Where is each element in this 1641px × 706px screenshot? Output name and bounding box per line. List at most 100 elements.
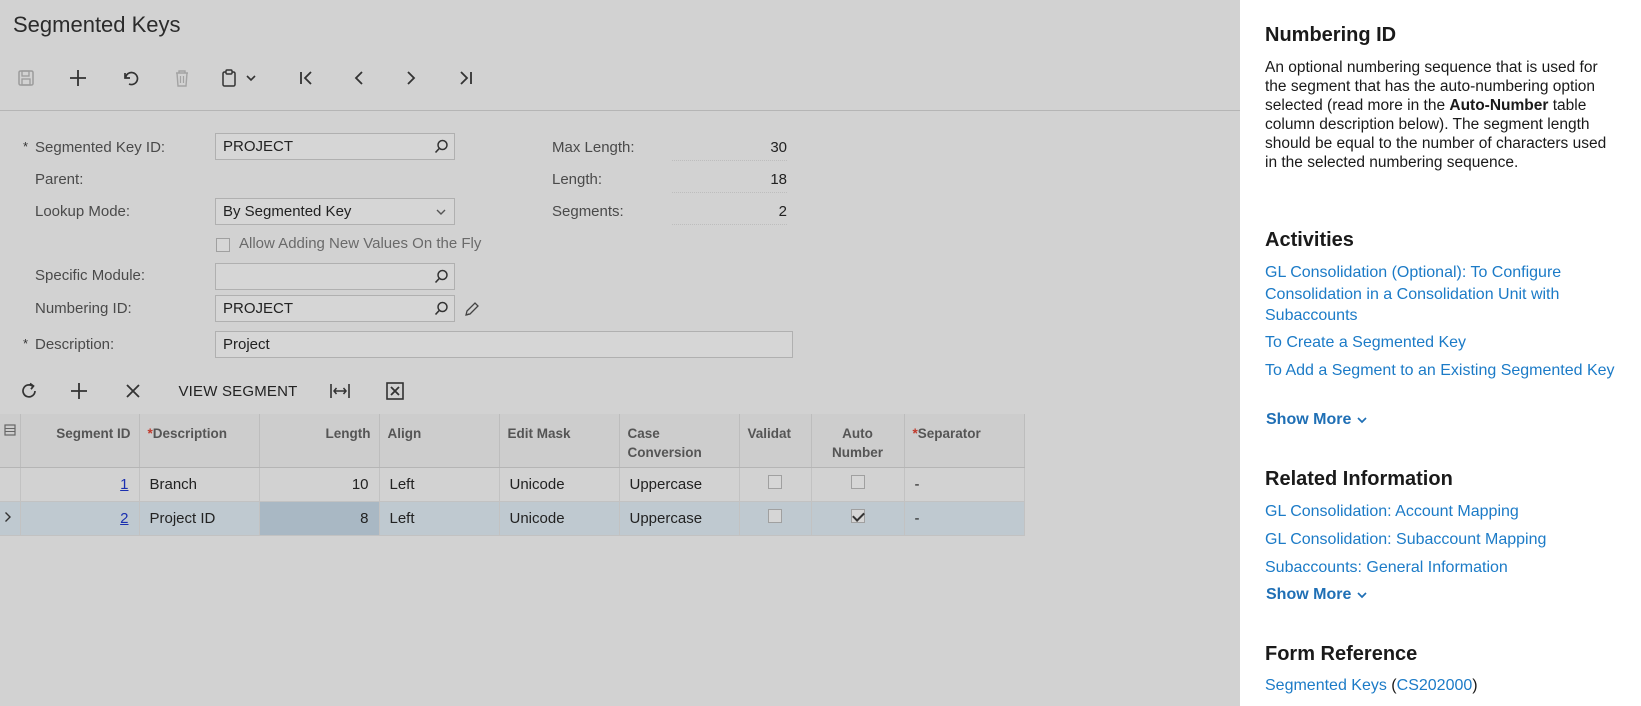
validate-checkbox[interactable]	[768, 509, 782, 523]
max-length-label: Max Length:	[552, 139, 635, 156]
related-link[interactable]: GL Consolidation: Account Mapping	[1265, 501, 1615, 523]
table-row[interactable]: 2 Project ID 8 Left Unicode Uppercase -	[0, 501, 1025, 536]
cell-align[interactable]: Left	[379, 467, 500, 502]
parent-label: Parent:	[35, 171, 84, 188]
allow-adding-label: Allow Adding New Values On the Fly	[239, 235, 482, 252]
cell-separator[interactable]: -	[904, 467, 1025, 502]
chevron-right-icon	[5, 511, 11, 522]
search-icon[interactable]	[428, 296, 454, 321]
cell-length[interactable]: 8	[259, 501, 380, 536]
row-selector[interactable]	[0, 501, 21, 536]
main-toolbar	[0, 58, 1240, 98]
activity-link[interactable]: To Add a Segment to an Existing Segmente…	[1265, 360, 1615, 382]
delete-icon[interactable]	[170, 58, 194, 98]
chevron-down-icon	[1357, 592, 1367, 599]
table-row[interactable]: 1 Branch 10 Left Unicode Uppercase -	[0, 467, 1025, 502]
cell-edit-mask[interactable]: Unicode	[499, 501, 620, 536]
edit-pencil-icon[interactable]	[462, 298, 482, 320]
max-length-value: 30	[672, 139, 787, 161]
col-segment-id[interactable]: Segment ID	[20, 414, 140, 468]
length-label: Length:	[552, 171, 603, 188]
search-icon[interactable]	[428, 134, 454, 159]
cell-auto-number[interactable]	[811, 501, 905, 536]
chevron-down-icon	[1357, 417, 1367, 424]
description-label: * Description:	[23, 336, 115, 353]
cell-description[interactable]: Branch	[139, 467, 260, 502]
numbering-id-help-text: An optional numbering sequence that is u…	[1265, 59, 1607, 171]
main-area: Segmented Keys * Segmented Key ID: PROJE…	[0, 0, 1240, 706]
segment-id-link[interactable]: 1	[120, 476, 128, 493]
auto-number-checkbox[interactable]	[850, 475, 865, 489]
chevron-down-icon[interactable]	[243, 58, 259, 98]
chevron-down-icon[interactable]	[428, 199, 454, 224]
undo-icon[interactable]	[119, 58, 143, 98]
numbering-id-field[interactable]: PROJECT	[215, 295, 455, 322]
activities-title: Activities	[1265, 229, 1354, 251]
activity-link[interactable]: To Create a Segmented Key	[1265, 332, 1615, 354]
cell-separator[interactable]: -	[904, 501, 1025, 536]
last-record-icon[interactable]	[454, 58, 476, 98]
cell-auto-number[interactable]	[811, 467, 905, 502]
related-information-title: Related Information	[1265, 468, 1453, 490]
cell-case-conversion[interactable]: Uppercase	[619, 467, 740, 502]
activity-link[interactable]: GL Consolidation (Optional): To Configur…	[1265, 262, 1615, 327]
activities-show-more-button[interactable]: Show More	[1266, 411, 1367, 429]
specific-module-label: Specific Module:	[35, 267, 146, 284]
col-auto-number[interactable]: Auto Number	[811, 414, 905, 468]
form-reference-link[interactable]: Segmented Keys	[1265, 677, 1387, 694]
row-selector[interactable]	[0, 467, 21, 502]
cell-segment-id[interactable]: 1	[20, 467, 140, 502]
col-validate[interactable]: Validat	[739, 414, 812, 468]
related-link[interactable]: GL Consolidation: Subaccount Mapping	[1265, 529, 1615, 551]
cell-description[interactable]: Project ID	[139, 501, 260, 536]
length-value: 18	[672, 171, 787, 193]
segmented-key-id-field[interactable]: PROJECT	[215, 133, 455, 160]
lookup-mode-select[interactable]: By Segmented Key	[215, 198, 455, 225]
export-excel-icon[interactable]	[384, 373, 406, 409]
col-case-conversion[interactable]: Case Conversion	[619, 414, 740, 468]
segments-grid: Segment ID *Description Length Align Edi…	[0, 414, 1025, 536]
help-panel: Numbering ID An optional numbering seque…	[1240, 0, 1641, 706]
cell-validate[interactable]	[739, 467, 812, 502]
form-code-link[interactable]: CS202000	[1397, 677, 1473, 694]
segment-id-link[interactable]: 2	[120, 510, 128, 527]
cell-align[interactable]: Left	[379, 501, 500, 536]
required-marker: *	[23, 336, 29, 351]
previous-record-icon[interactable]	[348, 58, 370, 98]
save-icon[interactable]	[14, 58, 38, 98]
delete-row-icon[interactable]	[122, 373, 144, 409]
lookup-mode-label: Lookup Mode:	[35, 203, 131, 220]
cell-validate[interactable]	[739, 501, 812, 536]
cell-segment-id[interactable]: 2	[20, 501, 140, 536]
search-icon[interactable]	[428, 264, 454, 289]
view-segment-button[interactable]: VIEW SEGMENT	[176, 373, 300, 409]
col-edit-mask[interactable]: Edit Mask	[499, 414, 620, 468]
cell-case-conversion[interactable]: Uppercase	[619, 501, 740, 536]
specific-module-field[interactable]	[215, 263, 455, 290]
fit-columns-icon[interactable]	[329, 373, 351, 409]
description-field[interactable]: Project	[215, 331, 793, 358]
col-separator[interactable]: *Separator	[904, 414, 1025, 468]
next-record-icon[interactable]	[400, 58, 422, 98]
validate-checkbox[interactable]	[768, 475, 782, 489]
row-selector-header[interactable]	[0, 414, 21, 468]
segments-label: Segments:	[552, 203, 624, 220]
related-show-more-button[interactable]: Show More	[1266, 586, 1367, 604]
add-icon[interactable]	[66, 58, 90, 98]
first-record-icon[interactable]	[296, 58, 318, 98]
toolbar-divider	[0, 110, 1240, 111]
col-length[interactable]: Length	[259, 414, 380, 468]
segmented-key-id-label: * Segmented Key ID:	[23, 139, 166, 156]
clipboard-icon[interactable]	[218, 58, 240, 98]
related-link[interactable]: Subaccounts: General Information	[1265, 557, 1615, 579]
cell-length[interactable]: 10	[259, 467, 380, 502]
cell-edit-mask[interactable]: Unicode	[499, 467, 620, 502]
allow-adding-checkbox[interactable]	[216, 238, 230, 252]
add-row-icon[interactable]	[68, 373, 90, 409]
col-description[interactable]: *Description	[139, 414, 260, 468]
auto-number-checkbox[interactable]	[850, 509, 865, 523]
required-marker: *	[23, 139, 29, 154]
col-align[interactable]: Align	[379, 414, 500, 468]
page-title: Segmented Keys	[13, 12, 181, 37]
refresh-icon[interactable]	[18, 373, 40, 409]
